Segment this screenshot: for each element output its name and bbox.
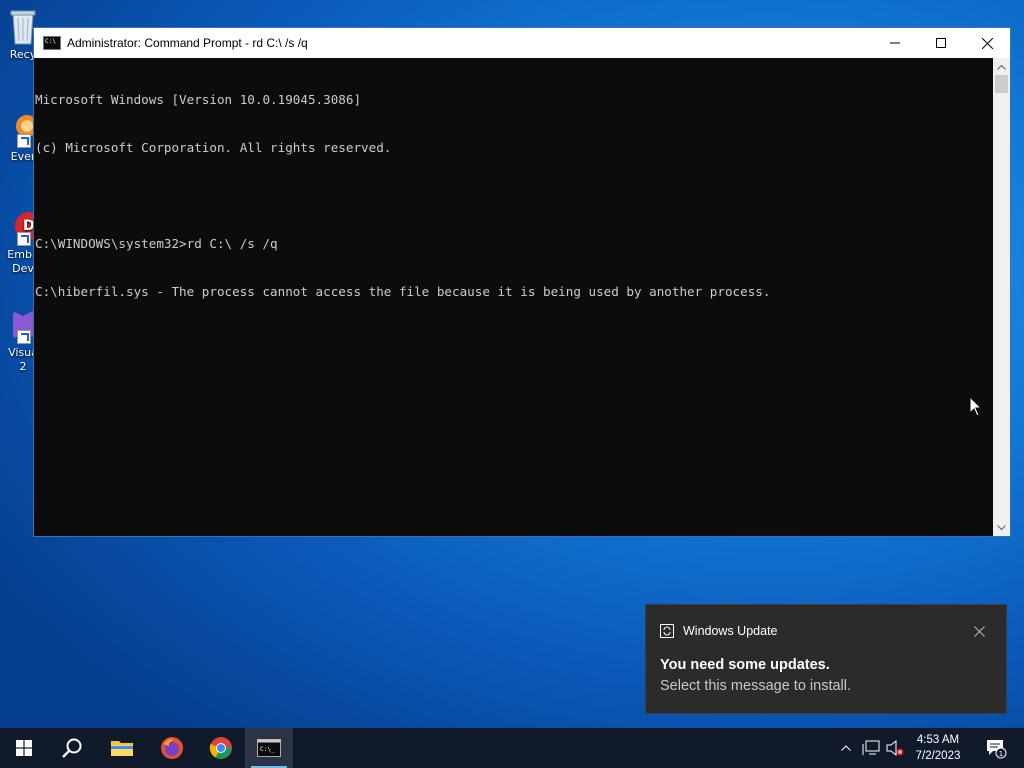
chevron-down-icon bbox=[997, 524, 1006, 530]
close-icon bbox=[974, 626, 985, 637]
shortcut-arrow-icon bbox=[17, 134, 31, 148]
close-button[interactable] bbox=[964, 28, 1010, 58]
chevron-up-icon bbox=[841, 745, 851, 751]
console-line: C:\hiberfil.sys - The process cannot acc… bbox=[35, 284, 771, 299]
minimize-icon bbox=[890, 42, 900, 44]
windows-logo-icon bbox=[16, 740, 32, 756]
maximize-icon bbox=[936, 38, 946, 48]
window-title: Administrator: Command Prompt - rd C:\ /… bbox=[67, 36, 308, 50]
toast-app-name: Windows Update bbox=[683, 624, 778, 638]
console-line: (c) Microsoft Corporation. All rights re… bbox=[35, 140, 392, 155]
action-center-button[interactable]: 1 bbox=[976, 728, 1016, 768]
network-button[interactable] bbox=[860, 728, 882, 768]
cmd-app-icon bbox=[43, 36, 61, 50]
windows-update-icon bbox=[660, 624, 674, 638]
taskbar-command-prompt[interactable]: C:\_ bbox=[245, 728, 293, 768]
maximize-button[interactable] bbox=[918, 28, 964, 58]
clock-time: 4:53 AM bbox=[916, 734, 960, 746]
taskbar-chrome[interactable] bbox=[197, 728, 245, 768]
taskbar-file-explorer[interactable] bbox=[98, 728, 146, 768]
network-icon bbox=[862, 740, 880, 755]
search-icon bbox=[62, 738, 82, 758]
search-button[interactable] bbox=[48, 728, 96, 768]
cmd-icon: C:\_ bbox=[257, 739, 281, 757]
taskbar-firefox[interactable] bbox=[148, 728, 196, 768]
scrollbar-thumb[interactable] bbox=[995, 75, 1008, 93]
toast-close-button[interactable] bbox=[974, 624, 988, 638]
toast-title: You need some updates. bbox=[660, 657, 830, 673]
show-hidden-icons-button[interactable] bbox=[836, 728, 856, 768]
taskbar: C:\_ 4:53 AM 7/2/2023 1 bbox=[0, 728, 1024, 768]
shortcut-arrow-icon bbox=[17, 330, 31, 344]
volume-muted-icon bbox=[886, 740, 904, 756]
folder-icon bbox=[111, 741, 133, 756]
clock-date: 7/2/2023 bbox=[915, 750, 961, 762]
windows-update-toast[interactable]: Windows Update You need some updates. Se… bbox=[645, 604, 1007, 714]
console-line: Microsoft Windows [Version 10.0.19045.30… bbox=[35, 92, 362, 107]
console-line: C:\WINDOWS\system32>rd C:\ /s /q bbox=[35, 236, 278, 251]
shortcut-arrow-icon bbox=[17, 232, 31, 246]
start-button[interactable] bbox=[0, 728, 48, 768]
console-output[interactable]: Microsoft Windows [Version 10.0.19045.30… bbox=[34, 58, 993, 536]
toast-body: Select this message to install. bbox=[660, 678, 852, 694]
notification-icon: 1 bbox=[987, 740, 1007, 759]
mouse-cursor-icon bbox=[969, 395, 983, 422]
close-icon bbox=[981, 37, 993, 49]
notification-count: 1 bbox=[999, 750, 1003, 758]
window-titlebar[interactable]: Administrator: Command Prompt - rd C:\ /… bbox=[34, 28, 1010, 58]
scroll-up-button[interactable] bbox=[993, 58, 1010, 75]
volume-button[interactable] bbox=[884, 728, 906, 768]
scroll-down-button[interactable] bbox=[993, 519, 1010, 536]
chrome-icon bbox=[209, 737, 232, 759]
minimize-button[interactable] bbox=[872, 28, 918, 58]
taskbar-clock[interactable]: 4:53 AM 7/2/2023 bbox=[910, 732, 966, 764]
svg-text:C:\_: C:\_ bbox=[260, 746, 275, 753]
chevron-up-icon bbox=[997, 64, 1006, 70]
firefox-icon bbox=[161, 737, 183, 759]
command-prompt-window[interactable]: Administrator: Command Prompt - rd C:\ /… bbox=[33, 27, 1011, 537]
vertical-scrollbar[interactable] bbox=[993, 58, 1010, 536]
